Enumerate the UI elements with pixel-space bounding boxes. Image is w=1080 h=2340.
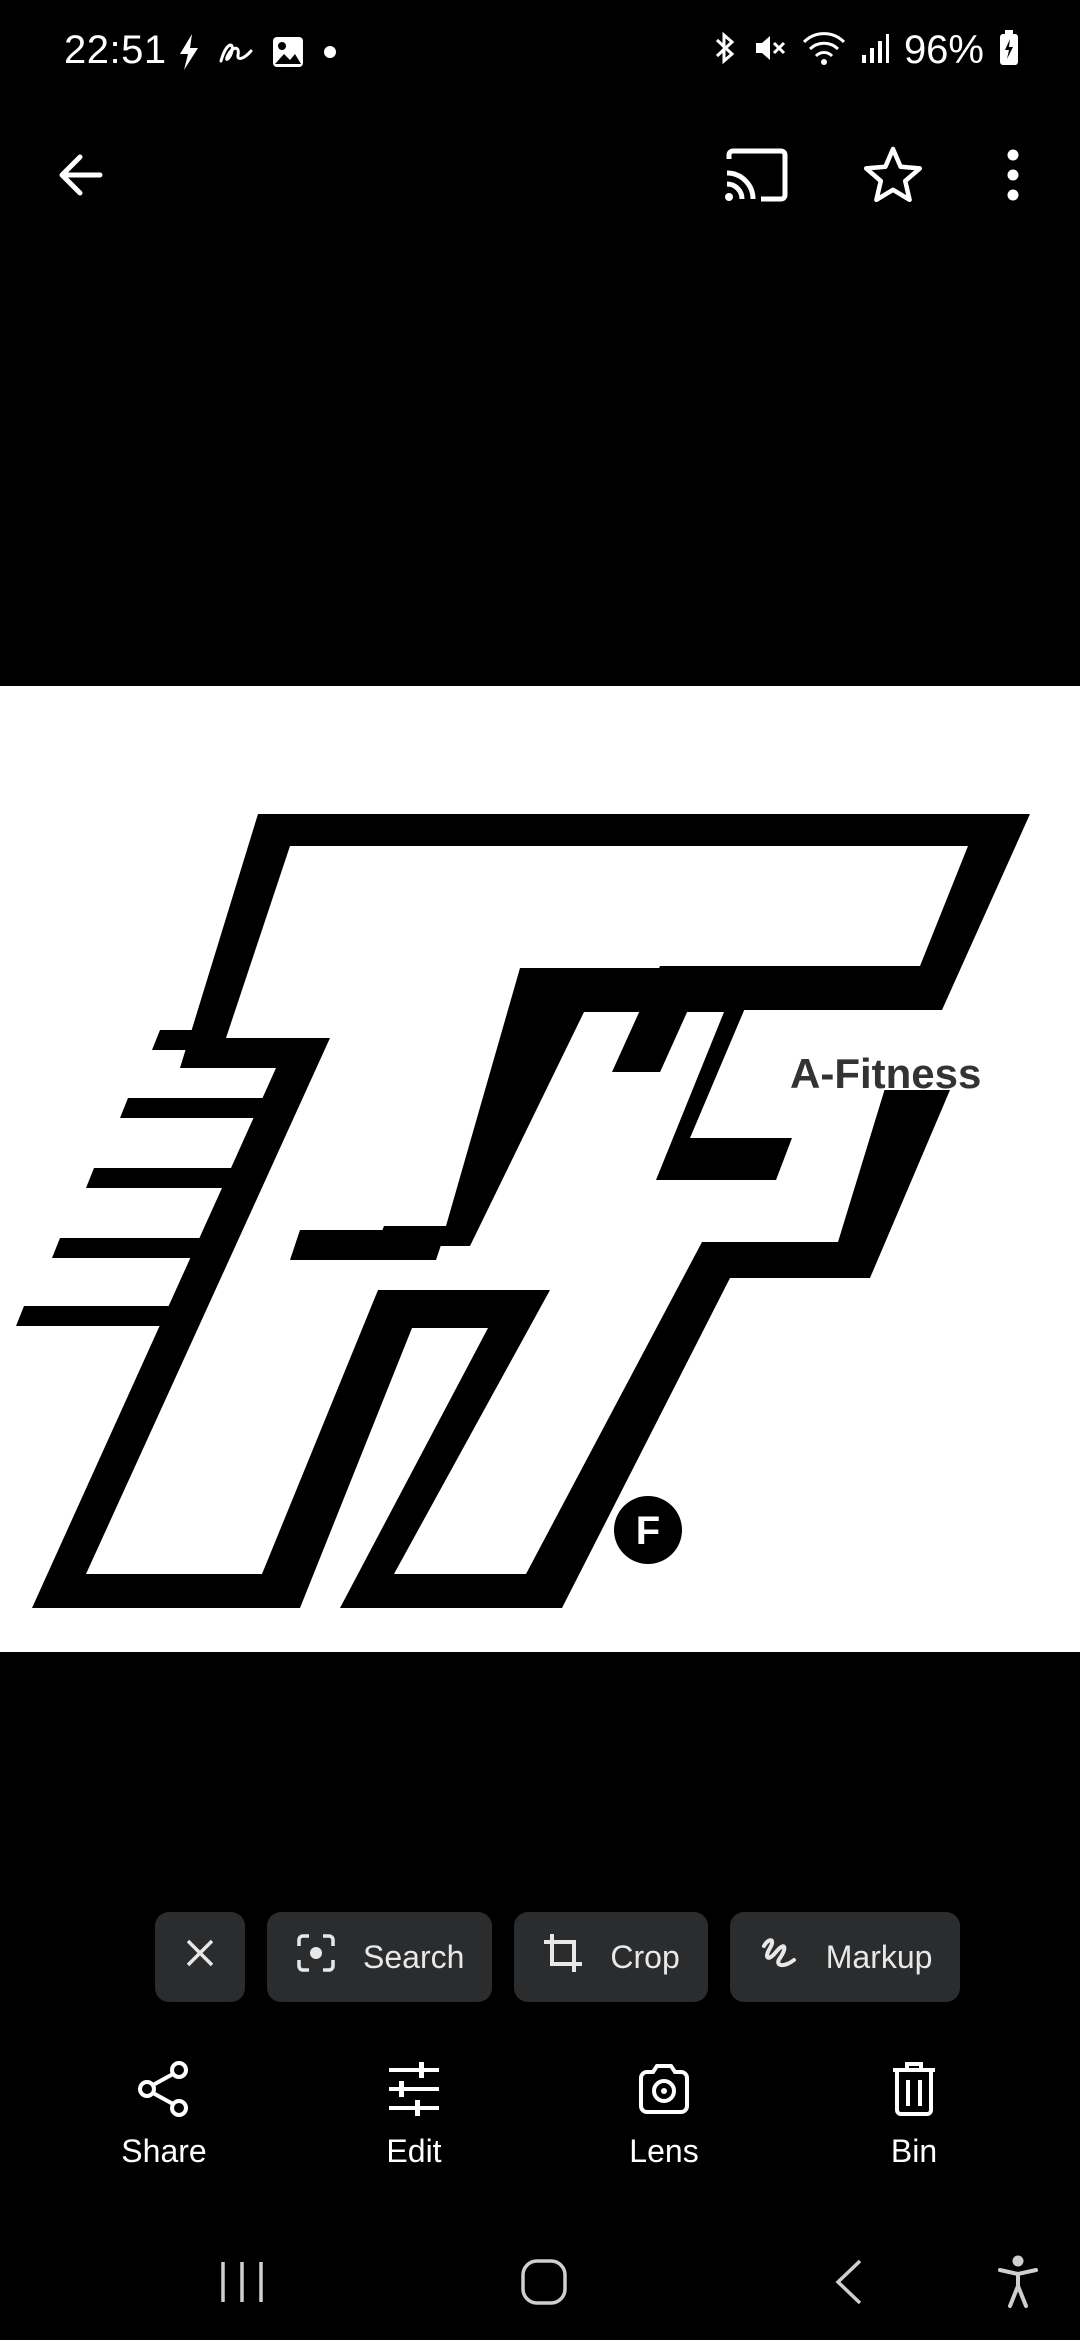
photo-image[interactable]: F A-Fitness (0, 686, 1080, 1652)
sign-icon (218, 37, 254, 72)
bin-button[interactable]: Bin (814, 2060, 1014, 2170)
sliders-icon (385, 2060, 443, 2123)
edit-button[interactable]: Edit (314, 2060, 514, 2170)
battery-icon (998, 29, 1020, 72)
quick-action-chips: Search Crop Markup (155, 1912, 961, 2002)
markup-icon (758, 1932, 800, 1982)
bottom-actions: Share Edit Lens Bin (0, 2060, 1080, 2190)
share-button[interactable]: Share (64, 2060, 264, 2170)
home-icon[interactable] (504, 2252, 584, 2312)
close-chip-button[interactable] (155, 1912, 245, 2002)
status-notification-icons (176, 30, 338, 78)
system-nav-bar (0, 2232, 1080, 2340)
back-icon[interactable] (808, 2252, 888, 2312)
cast-icon[interactable] (716, 135, 796, 215)
star-icon[interactable] (853, 135, 933, 215)
recents-icon[interactable] (202, 2252, 282, 2312)
back-arrow-icon[interactable] (40, 135, 120, 215)
lens-button[interactable]: Lens (564, 2060, 764, 2170)
more-vert-icon[interactable] (973, 135, 1053, 215)
dot-icon (322, 44, 338, 65)
logo-text: A-Fitness (790, 1050, 981, 1097)
markup-chip-button[interactable]: Markup (729, 1912, 961, 2002)
battery-percent: 96% (903, 28, 984, 72)
close-icon (184, 1937, 216, 1977)
logo-graphic: F A-Fitness (16, 814, 1030, 1608)
viewer-top-bar (0, 120, 1080, 230)
logo-badge: F (636, 1509, 660, 1553)
status-system-icons: 96% (712, 28, 1020, 73)
share-label: Share (121, 2133, 207, 2169)
lens-icon (635, 2060, 693, 2123)
lens-search-icon (295, 1932, 337, 1982)
flash-icon (176, 32, 202, 77)
bluetooth-icon (712, 30, 738, 71)
crop-icon (542, 1932, 584, 1982)
status-bar: 22:51 96% (0, 0, 1080, 110)
search-chip-label: Search (363, 1938, 465, 1975)
crop-chip-label: Crop (610, 1938, 680, 1975)
mute-icon (752, 30, 788, 71)
accessibility-icon[interactable] (978, 2252, 1058, 2312)
status-time: 22:51 (64, 28, 167, 72)
lens-label: Lens (629, 2133, 699, 2169)
wifi-icon (802, 30, 846, 71)
trash-icon (885, 2060, 943, 2123)
markup-chip-label: Markup (825, 1938, 933, 1975)
crop-chip-button[interactable]: Crop (514, 1912, 708, 2002)
signal-icon (860, 31, 890, 70)
bin-label: Bin (890, 2133, 938, 2169)
search-chip-button[interactable]: Search (267, 1912, 493, 2002)
gallery-icon (270, 34, 306, 75)
edit-label: Edit (386, 2133, 442, 2169)
share-icon (135, 2060, 193, 2123)
